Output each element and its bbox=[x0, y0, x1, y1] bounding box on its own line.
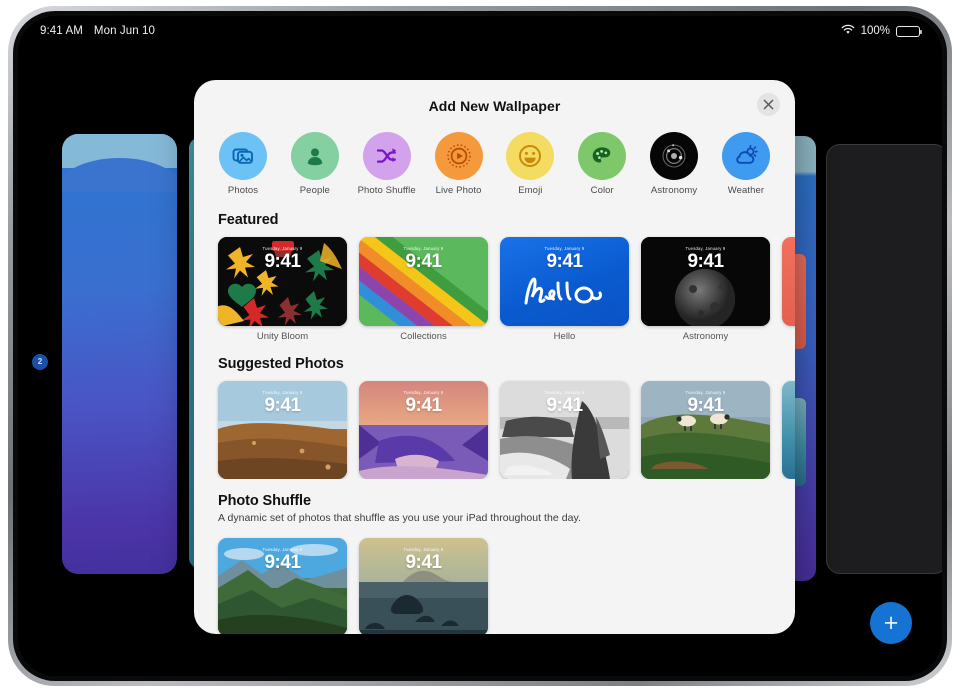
wallpaper-thumbnail[interactable]: Tuesday, January 9 9:41 bbox=[641, 381, 770, 479]
ipad-bezel: 9:41 AM Mon Jun 10 100% 2 + Add New Wall… bbox=[13, 11, 947, 681]
section-suggested-photos: Suggested Photos Tuesday, January 9 9:41 bbox=[194, 342, 795, 479]
thumbnail-time: 9:41 bbox=[405, 251, 442, 272]
wallpaper-caption: Astronomy bbox=[682, 331, 729, 342]
thumbnail-time: 9:41 bbox=[264, 395, 301, 416]
wallpaper-thumbnail[interactable]: Tuesday, January 9 9:41 bbox=[359, 538, 488, 634]
color-palette-icon bbox=[578, 132, 627, 180]
wifi-icon bbox=[841, 24, 855, 38]
category-label: Color bbox=[590, 185, 614, 196]
status-bar-time: 9:41 AM bbox=[40, 25, 83, 37]
wallpaper-card[interactable]: Tuesday, January 9 9:41 Hello bbox=[500, 237, 629, 342]
wallpaper-card[interactable]: Tuesday, January 9 9:41 Unity Bloom bbox=[218, 237, 347, 342]
thumbnail-time: 9:41 bbox=[687, 251, 724, 272]
astronomy-icon bbox=[650, 132, 699, 180]
sheet-header: Add New Wallpaper bbox=[194, 80, 795, 132]
background-lockscreen-card-left[interactable] bbox=[62, 134, 177, 574]
add-wallpaper-fab-button[interactable]: + bbox=[870, 602, 912, 644]
category-label: Weather bbox=[727, 185, 765, 196]
status-bar-date: Mon Jun 10 bbox=[93, 25, 156, 37]
wallpaper-caption: Unity Bloom bbox=[256, 331, 309, 342]
featured-wallpaper-row[interactable]: Tuesday, January 9 9:41 Unity Bloom Tues… bbox=[218, 237, 795, 342]
callout-marker-2: 2 bbox=[32, 354, 48, 370]
wallpaper-thumbnail-partial[interactable] bbox=[782, 237, 795, 326]
live-photo-icon bbox=[434, 132, 483, 180]
thumbnail-time: 9:41 bbox=[405, 552, 442, 573]
wallpaper-category-row: Photos People Photo Shuffle Live Photo E… bbox=[194, 132, 795, 198]
category-live-photo[interactable]: Live Photo bbox=[426, 132, 492, 196]
category-photos[interactable]: Photos bbox=[210, 132, 276, 196]
section-subtitle: A dynamic set of photos that shuffle as … bbox=[218, 512, 582, 524]
section-photo-shuffle: Photo Shuffle A dynamic set of photos th… bbox=[194, 479, 795, 634]
section-title: Featured bbox=[218, 212, 279, 228]
close-icon bbox=[763, 99, 774, 110]
category-label: Photo Shuffle bbox=[357, 185, 416, 196]
people-icon bbox=[290, 132, 339, 180]
page-title: Add New Wallpaper bbox=[428, 98, 561, 114]
wallpaper-caption: Collections bbox=[400, 331, 447, 342]
emoji-icon bbox=[506, 132, 555, 180]
category-label: Emoji bbox=[518, 185, 543, 196]
thumbnail-time: 9:41 bbox=[546, 395, 583, 416]
close-button[interactable] bbox=[757, 93, 780, 116]
thumbnail-time: 9:41 bbox=[687, 395, 724, 416]
screenshot-root: 9:41 AM Mon Jun 10 100% 2 + Add New Wall… bbox=[0, 0, 960, 692]
battery-percent-label: 100% bbox=[860, 25, 890, 37]
wallpaper-thumbnail[interactable]: Tuesday, January 9 9:41 bbox=[641, 237, 770, 326]
status-bar: 9:41 AM Mon Jun 10 100% bbox=[18, 16, 942, 46]
thumbnail-time: 9:41 bbox=[546, 251, 583, 272]
category-label: Live Photo bbox=[435, 185, 482, 196]
wallpaper-thumbnail[interactable]: Tuesday, January 9 9:41 bbox=[500, 237, 629, 326]
category-people[interactable]: People bbox=[282, 132, 348, 196]
category-astronomy[interactable]: Astronomy bbox=[641, 132, 707, 196]
suggested-photos-row[interactable]: Tuesday, January 9 9:41 Tuesday, January… bbox=[218, 381, 795, 479]
wallpaper-thumbnail[interactable]: Tuesday, January 9 9:41 bbox=[500, 381, 629, 479]
section-featured: Featured Tuesday, January 9 9:41 Unity B… bbox=[194, 198, 795, 342]
wallpaper-thumbnail[interactable]: Tuesday, January 9 9:41 bbox=[218, 538, 347, 634]
wallpaper-thumbnail[interactable]: Tuesday, January 9 9:41 bbox=[359, 237, 488, 326]
shuffle-icon bbox=[362, 132, 411, 180]
category-photo-shuffle[interactable]: Photo Shuffle bbox=[354, 132, 420, 196]
wallpaper-thumbnail[interactable]: Tuesday, January 9 9:41 bbox=[218, 237, 347, 326]
category-label: Astronomy bbox=[650, 185, 698, 196]
ipad-device-frame: 9:41 AM Mon Jun 10 100% 2 + Add New Wall… bbox=[8, 6, 952, 686]
thumbnail-time: 9:41 bbox=[264, 552, 301, 573]
status-bar-right: 100% bbox=[841, 24, 923, 38]
wallpaper-caption: Hello bbox=[553, 331, 576, 342]
category-label: People bbox=[299, 185, 330, 196]
thumbnail-time: 9:41 bbox=[264, 251, 301, 272]
section-title: Photo Shuffle bbox=[218, 493, 311, 509]
status-bar-left: 9:41 AM Mon Jun 10 bbox=[40, 25, 155, 37]
category-label: Photos bbox=[227, 185, 259, 196]
section-title: Suggested Photos bbox=[218, 356, 344, 372]
wallpaper-card[interactable]: Tuesday, January 9 9:41 Collections bbox=[359, 237, 488, 342]
background-empty-card-right[interactable] bbox=[826, 144, 942, 574]
wallpaper-card[interactable]: Tuesday, January 9 9:41 Astronomy bbox=[641, 237, 770, 342]
photo-shuffle-row[interactable]: Tuesday, January 9 9:41 Tuesday, January… bbox=[218, 538, 795, 634]
category-emoji[interactable]: Emoji bbox=[497, 132, 563, 196]
wallpaper-thumbnail[interactable]: Tuesday, January 9 9:41 bbox=[359, 381, 488, 479]
wallpaper-thumbnail[interactable]: Tuesday, January 9 9:41 bbox=[218, 381, 347, 479]
battery-icon bbox=[896, 25, 923, 37]
category-weather[interactable]: Weather bbox=[713, 132, 779, 196]
weather-icon bbox=[721, 132, 770, 180]
thumbnail-time: 9:41 bbox=[405, 395, 442, 416]
ipad-screen: 9:41 AM Mon Jun 10 100% 2 + Add New Wall… bbox=[18, 16, 942, 676]
photos-icon bbox=[219, 132, 267, 180]
wallpaper-thumbnail-partial[interactable] bbox=[782, 381, 795, 479]
add-new-wallpaper-sheet: Add New Wallpaper Photos People Photo Sh… bbox=[194, 80, 795, 634]
category-color[interactable]: Color bbox=[569, 132, 635, 196]
